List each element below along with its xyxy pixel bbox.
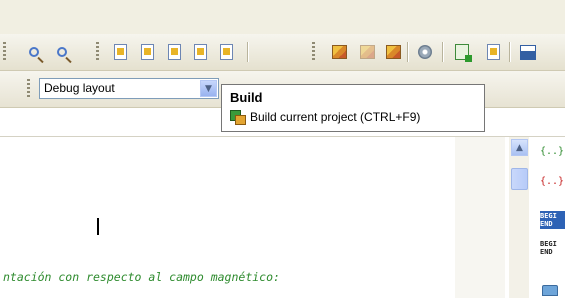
begin-end-block-item[interactable]: BEGI END bbox=[540, 240, 565, 256]
build-all-icon[interactable] bbox=[357, 42, 377, 62]
main-toolbar bbox=[0, 34, 565, 71]
toolbar-separator bbox=[442, 42, 444, 62]
toolbar-grip[interactable] bbox=[96, 42, 99, 62]
editor-margin bbox=[455, 137, 505, 298]
block-label: BEGI bbox=[540, 240, 557, 248]
rebuild-icon[interactable] bbox=[383, 42, 403, 62]
block-label: BEGI bbox=[540, 212, 557, 220]
toolbar-grip[interactable] bbox=[27, 79, 30, 99]
toolbar-grip[interactable] bbox=[312, 42, 315, 62]
save-all-icon[interactable] bbox=[190, 42, 210, 62]
build-icon bbox=[230, 110, 246, 125]
layout-select[interactable]: Debug layout ▼ bbox=[39, 78, 219, 99]
close-file-icon[interactable] bbox=[216, 42, 236, 62]
layout-select-value: Debug layout bbox=[44, 81, 115, 95]
toolbar-separator bbox=[247, 42, 249, 62]
code-comment-line: ntación con respecto al campo magnético: bbox=[3, 270, 280, 284]
toolbar-separator bbox=[509, 42, 511, 62]
chevron-down-icon[interactable]: ▼ bbox=[200, 80, 217, 97]
toolbar-separator bbox=[407, 42, 409, 62]
text-cursor bbox=[97, 218, 99, 235]
build-tooltip: Build Build current project (CTRL+F9) bbox=[221, 84, 485, 132]
new-file-icon[interactable] bbox=[110, 42, 130, 62]
code-block-item[interactable]: {..} bbox=[540, 146, 564, 157]
menu-area bbox=[0, 0, 565, 34]
scrollbar-thumb[interactable] bbox=[511, 168, 528, 190]
folder-icon[interactable] bbox=[542, 285, 558, 296]
block-label: END bbox=[540, 220, 553, 228]
begin-end-block-item[interactable]: BEGI END bbox=[540, 211, 565, 229]
scroll-up-icon[interactable]: ▲ bbox=[511, 139, 528, 156]
new-project-dropdown-icon[interactable] bbox=[137, 42, 157, 62]
vertical-scrollbar[interactable] bbox=[509, 137, 529, 298]
find-icon[interactable] bbox=[24, 42, 44, 62]
block-label: END bbox=[540, 248, 553, 256]
program-icon[interactable] bbox=[452, 42, 472, 62]
save-icon[interactable] bbox=[164, 42, 184, 62]
statistics-icon[interactable] bbox=[518, 42, 538, 62]
options-icon[interactable] bbox=[415, 42, 435, 62]
code-block-item[interactable]: {..} bbox=[540, 176, 564, 187]
tooltip-title: Build bbox=[230, 90, 263, 105]
edit-icon[interactable] bbox=[483, 42, 503, 62]
tooltip-text: Build current project (CTRL+F9) bbox=[250, 110, 421, 124]
find-in-files-icon[interactable] bbox=[52, 42, 72, 62]
build-icon[interactable] bbox=[329, 42, 349, 62]
toolbar-grip[interactable] bbox=[3, 42, 6, 62]
